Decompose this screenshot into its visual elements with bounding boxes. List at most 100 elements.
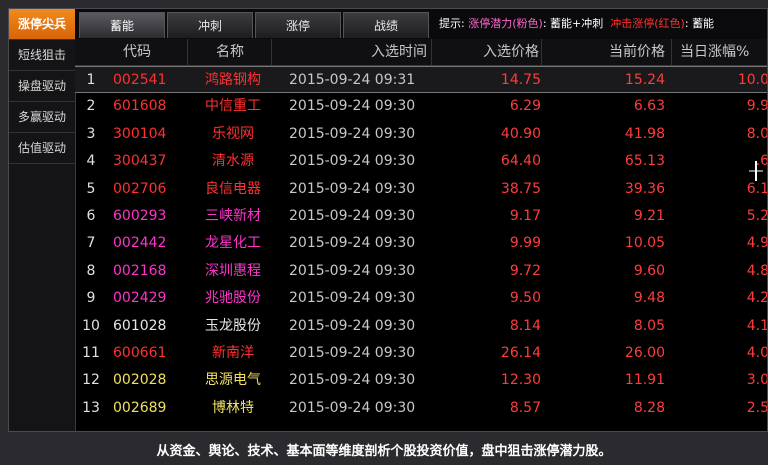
selected-time: 2015-09-24 09:31: [289, 72, 416, 88]
row-index: 7: [86, 235, 96, 252]
selected-price: 14.75: [500, 72, 541, 88]
current-price: 8.28: [633, 399, 665, 416]
table-row[interactable]: 11 600661 新南洋 2015-09-24 09:30 26.14 26.00 4.0: [75, 340, 767, 367]
crosshair-cursor-icon: [749, 161, 763, 181]
sidebar-item-duanxian-juji[interactable]: 短线狙击: [9, 40, 75, 71]
stock-name: 龙星化工: [205, 235, 261, 252]
hint-colon-2: :: [684, 17, 689, 30]
stock-code: 300104: [113, 125, 167, 142]
table-row[interactable]: 6 600293 三峡新材 2015-09-24 09:30 9.17 9.21 5.2: [75, 203, 767, 230]
day-change: 4.8: [746, 262, 767, 279]
selected-time: 2015-09-24 09:30: [289, 125, 416, 142]
table-row[interactable]: 3 300104 乐视网 2015-09-24 09:30 40.90 41.98 8.0: [75, 121, 767, 148]
table-row[interactable]: 7 002442 龙星化工 2015-09-24 09:30 9.99 10.05 4.9: [75, 230, 767, 257]
stock-code: 601608: [113, 98, 167, 115]
header-current[interactable]: 当前价格: [541, 39, 665, 65]
day-change: 9.9: [746, 98, 767, 115]
tab-bar: 蓄能 冲刺 涨停 战绩 提示: 涨停潜力(粉色): 蓄能+冲刺 冲击涨停(红色)…: [75, 9, 767, 40]
row-index: 10: [82, 317, 100, 334]
row-index: 9: [86, 290, 96, 307]
table-row[interactable]: 5 002706 良信电器 2015-09-24 09:30 38.75 39.36 6.1: [75, 176, 767, 203]
selected-price: 40.90: [500, 125, 541, 142]
day-change: 4.9: [746, 235, 767, 252]
stock-code: 002028: [113, 372, 167, 389]
selected-price: 8.57: [509, 399, 541, 416]
sidebar-item-caopan-qudong[interactable]: 操盘驱动: [9, 71, 75, 102]
stock-name: 兆驰股份: [205, 290, 261, 307]
stock-name: 清水源: [212, 153, 254, 170]
row-index: 4: [86, 153, 96, 170]
current-price: 9.21: [633, 207, 665, 224]
selected-time: 2015-09-24 09:30: [289, 98, 416, 115]
tab-chongci[interactable]: 冲刺: [167, 12, 253, 38]
day-change: 8.0: [746, 125, 767, 142]
stock-code: 600661: [113, 344, 167, 361]
hint-colon-1: :: [542, 17, 547, 30]
selected-time: 2015-09-24 09:30: [289, 262, 416, 279]
selected-price: 6.29: [509, 98, 541, 115]
table-row[interactable]: 10 601028 玉龙股份 2015-09-24 09:30 8.14 8.05 4.1: [75, 313, 767, 340]
stock-name: 乐视网: [212, 125, 254, 142]
current-price: 65.13: [624, 153, 665, 170]
sidebar-item-duoying-qudong[interactable]: 多赢驱动: [9, 102, 75, 133]
table-body: 1 002541 鸿路钢构 2015-09-24 09:31 14.75 15.24 10.…: [75, 66, 767, 422]
day-change: 5.2: [746, 207, 767, 224]
table-row[interactable]: 13 002689 博林特 2015-09-24 09:30 8.57 8.28 2.5: [75, 395, 767, 422]
row-index: 8: [86, 262, 96, 279]
row-index: 3: [86, 125, 96, 142]
tab-zhangting[interactable]: 涨停: [255, 12, 341, 38]
selected-price: 64.40: [500, 153, 541, 170]
hint-pink-desc: 蓄能+冲刺: [550, 17, 604, 30]
selected-price: 26.14: [500, 344, 541, 361]
sidebar-item-guzhi-qudong[interactable]: 估值驱动: [9, 133, 75, 164]
sidebar: 涨停尖兵 短线狙击 操盘驱动 多赢驱动 估值驱动: [9, 9, 76, 431]
stock-name: 博林特: [212, 399, 254, 416]
current-price: 8.05: [633, 317, 665, 334]
stock-code: 002429: [113, 290, 167, 307]
row-index: 2: [86, 98, 96, 115]
table-row[interactable]: 4 300437 清水源 2015-09-24 09:30 64.40 65.13 6.: [75, 148, 767, 175]
table-row[interactable]: 1 002541 鸿路钢构 2015-09-24 09:31 14.75 15.24 10.…: [75, 66, 767, 94]
day-change: 3.0: [746, 372, 767, 389]
tab-xuneng[interactable]: 蓄能: [79, 12, 165, 38]
stock-name: 思源电气: [205, 372, 261, 389]
current-price: 9.48: [633, 290, 665, 307]
header-name[interactable]: 名称: [187, 39, 272, 65]
stock-code: 300437: [113, 153, 167, 170]
header-change[interactable]: 当日涨幅%: [671, 39, 767, 65]
legend-hint: 提示: 涨停潜力(粉色): 蓄能+冲刺 冲击涨停(红色): 蓄能: [439, 9, 768, 39]
stock-name: 鸿路钢构: [205, 72, 261, 88]
stock-name: 深圳惠程: [205, 262, 261, 279]
header-time[interactable]: 入选时间: [271, 39, 431, 65]
selected-price: 12.30: [500, 372, 541, 389]
table-row[interactable]: 8 002168 深圳惠程 2015-09-24 09:30 9.72 9.60 4.8: [75, 258, 767, 285]
header-code[interactable]: 代码: [123, 39, 151, 65]
stock-name: 玉龙股份: [205, 317, 261, 334]
table-row[interactable]: 12 002028 思源电气 2015-09-24 09:30 12.30 11.91 3.…: [75, 367, 767, 394]
tab-zhanji[interactable]: 战绩: [343, 12, 429, 38]
selected-time: 2015-09-24 09:30: [289, 372, 416, 389]
day-change: 4.1: [746, 317, 767, 334]
header-price[interactable]: 入选价格: [431, 39, 541, 65]
selected-price: 9.72: [509, 262, 541, 279]
stock-code: 600293: [113, 207, 167, 224]
stock-name: 良信电器: [205, 180, 261, 197]
selected-time: 2015-09-24 09:30: [289, 207, 416, 224]
current-price: 41.98: [624, 125, 665, 142]
selected-price: 9.17: [509, 207, 541, 224]
stock-name: 三峡新材: [205, 207, 261, 224]
table-header: 代码 名称 入选时间 入选价格 当前价格 当日涨幅%: [75, 39, 767, 66]
selected-price: 9.50: [509, 290, 541, 307]
table-row[interactable]: 2 601608 中信重工 2015-09-24 09:30 6.29 6.63 9.9: [75, 93, 767, 120]
day-change: 4.0: [746, 344, 767, 361]
stock-table: 代码 名称 入选时间 入选价格 当前价格 当日涨幅% 1 002541 鸿路钢构 20…: [75, 39, 767, 431]
sidebar-item-zhangting-jianbing[interactable]: 涨停尖兵: [9, 9, 75, 40]
table-row[interactable]: 9 002429 兆驰股份 2015-09-24 09:30 9.50 9.48 4.2: [75, 285, 767, 312]
selected-time: 2015-09-24 09:30: [289, 344, 416, 361]
current-price: 39.36: [624, 180, 665, 197]
row-index: 12: [82, 372, 100, 389]
current-price: 15.24: [624, 72, 665, 88]
current-price: 9.60: [633, 262, 665, 279]
selected-time: 2015-09-24 09:30: [289, 153, 416, 170]
app-window: 涨停尖兵 短线狙击 操盘驱动 多赢驱动 估值驱动 蓄能 冲刺 涨停 战绩 提示:…: [8, 8, 768, 432]
